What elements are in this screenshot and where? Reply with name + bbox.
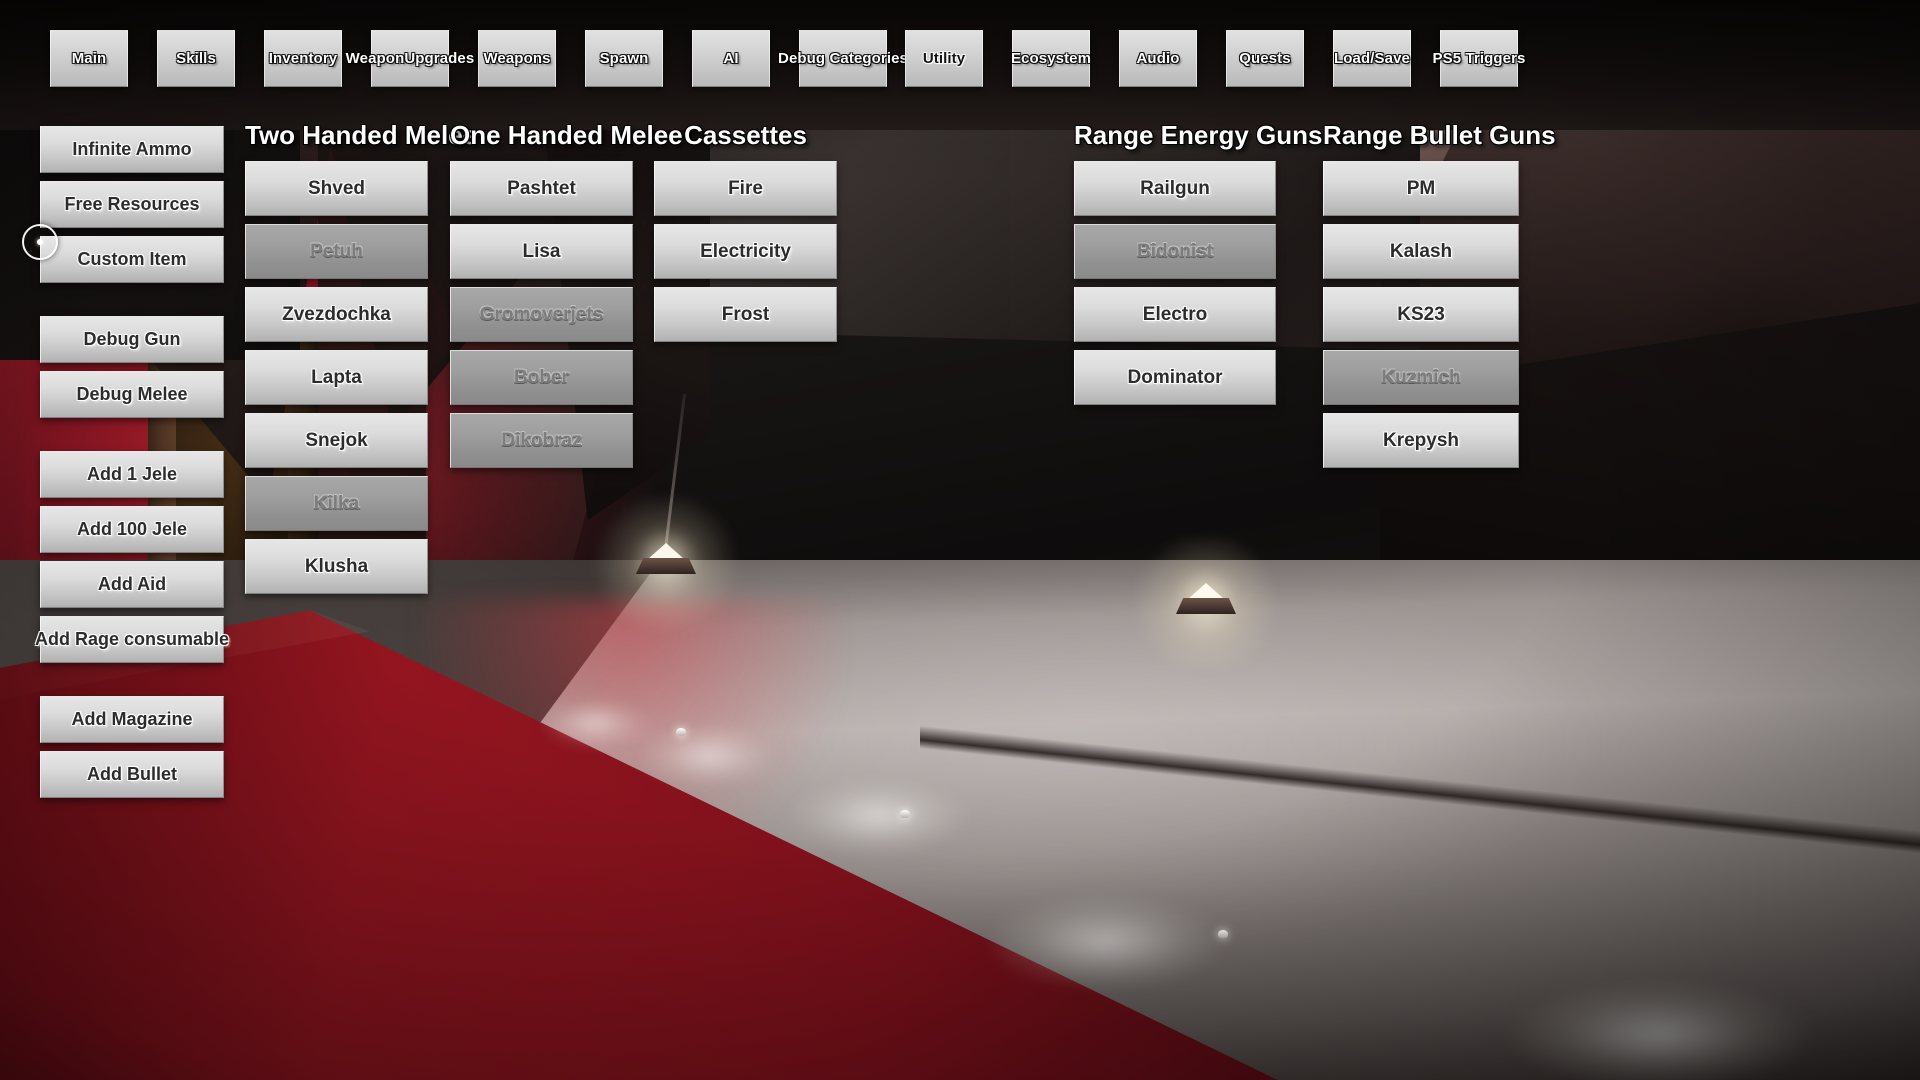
button-bidonist: Bidonist — [1074, 224, 1276, 279]
button-pashtet[interactable]: Pashtet — [450, 161, 633, 216]
button-frost[interactable]: Frost — [654, 287, 837, 342]
button-lisa[interactable]: Lisa — [450, 224, 633, 279]
button-add-bullet[interactable]: Add Bullet — [40, 751, 224, 798]
button-group: Infinite Ammo Free Resources Custom Item — [40, 126, 224, 283]
column-one-handed-melee: One Handed Melee Pashtet Lisa Gromoverjets B… — [450, 120, 683, 476]
button-add-rage-consumable[interactable]: Add Rage consumable — [35, 616, 229, 663]
button-debug-gun[interactable]: Debug Gun — [40, 316, 224, 363]
button-dikobraz: Dikobraz — [450, 413, 633, 468]
column-title-two-handed-melee: Two Handed Melee — [245, 120, 478, 150]
button-kilka: Kilka — [245, 476, 428, 531]
button-snejok[interactable]: Snejok — [245, 413, 428, 468]
column-range-energy-guns: Range Energy Guns Railgun Bidonist Electro D… — [1074, 120, 1323, 413]
button-shved[interactable]: Shved — [245, 161, 428, 216]
button-kalash[interactable]: Kalash — [1323, 224, 1519, 279]
top-navigation-bar: Main Skills Inventory WeaponUpgrades Weapons… — [0, 0, 1920, 92]
column-range-bullet-guns: Range Bullet Guns PM Kalash KS23 Kuzmich Krep… — [1323, 120, 1556, 476]
nav-tab-ai[interactable]: AI — [692, 30, 770, 87]
nav-tab-main[interactable]: Main — [50, 30, 128, 87]
button-debug-melee[interactable]: Debug Melee — [40, 371, 224, 418]
button-group: Shved Petuh Zvezdochka Lapta Snejok Kilka Klus… — [245, 161, 428, 594]
column-title-range-energy-guns: Range Energy Guns — [1074, 120, 1323, 150]
button-dominator[interactable]: Dominator — [1074, 350, 1276, 405]
nav-tab-audio[interactable]: Audio — [1119, 30, 1197, 87]
button-add-100-jele[interactable]: Add 100 Jele — [40, 506, 224, 553]
nav-tab-inventory[interactable]: Inventory — [264, 30, 342, 87]
button-group: Add Magazine Add Bullet — [40, 696, 224, 798]
nav-tab-quests[interactable]: Quests — [1226, 30, 1304, 87]
nav-tab-skills[interactable]: Skills — [157, 30, 235, 87]
nav-tab-weapons[interactable]: Weapons — [478, 30, 556, 87]
nav-tab-utility[interactable]: Utility — [905, 30, 983, 87]
nav-tab-ps5-triggers[interactable]: PS5 Triggers — [1433, 30, 1525, 87]
nav-tab-spawn[interactable]: Spawn — [585, 30, 663, 87]
button-group: Pashtet Lisa Gromoverjets Bober Dikobraz — [450, 161, 633, 468]
nav-tab-load-save[interactable]: Load/Save — [1333, 30, 1411, 87]
button-add-magazine[interactable]: Add Magazine — [40, 696, 224, 743]
button-pm[interactable]: PM — [1323, 161, 1519, 216]
column-title-cassettes: Cassettes — [684, 120, 807, 150]
button-group: Add 1 Jele Add 100 Jele Add Aid Add Rage co… — [35, 451, 229, 663]
button-group: Railgun Bidonist Electro Dominator — [1074, 161, 1276, 405]
button-electro[interactable]: Electro — [1074, 287, 1276, 342]
button-zvezdochka[interactable]: Zvezdochka — [245, 287, 428, 342]
button-free-resources[interactable]: Free Resources — [40, 181, 224, 228]
button-custom-item[interactable]: Custom Item — [40, 236, 224, 283]
button-electricity[interactable]: Electricity — [654, 224, 837, 279]
button-ks23[interactable]: KS23 — [1323, 287, 1519, 342]
button-infinite-ammo[interactable]: Infinite Ammo — [40, 126, 224, 173]
button-gromoverjets: Gromoverjets — [450, 287, 633, 342]
debug-menu-overlay: Main Skills Inventory WeaponUpgrades Weapons… — [0, 0, 1920, 1080]
button-fire[interactable]: Fire — [654, 161, 837, 216]
button-krepysh[interactable]: Krepysh — [1323, 413, 1519, 468]
nav-tab-ecosystem[interactable]: Ecosystem — [1011, 30, 1091, 87]
column-cassettes: Cassettes Fire Electricity Frost — [654, 120, 837, 350]
column-two-handed-melee: Two Handed Melee Shved Petuh Zvezdochka Lapt… — [245, 120, 478, 602]
nav-tab-debug-categories[interactable]: Debug Categories — [778, 30, 908, 87]
button-group: Fire Electricity Frost — [654, 161, 837, 342]
button-kuzmich: Kuzmich — [1323, 350, 1519, 405]
column-title-range-bullet-guns: Range Bullet Guns — [1323, 120, 1556, 150]
column-title-one-handed-melee: One Handed Melee — [450, 120, 683, 150]
button-group: PM Kalash KS23 Kuzmich Krepysh — [1323, 161, 1519, 468]
button-lapta[interactable]: Lapta — [245, 350, 428, 405]
button-bober: Bober — [450, 350, 633, 405]
button-klusha[interactable]: Klusha — [245, 539, 428, 594]
button-petuh: Petuh — [245, 224, 428, 279]
button-railgun[interactable]: Railgun — [1074, 161, 1276, 216]
button-add-1-jele[interactable]: Add 1 Jele — [40, 451, 224, 498]
column-utility-actions: Infinite Ammo Free Resources Custom Item De… — [35, 126, 229, 806]
nav-tab-weaponupgrades[interactable]: WeaponUpgrades — [346, 30, 474, 87]
button-group: Debug Gun Debug Melee — [40, 316, 224, 418]
button-add-aid[interactable]: Add Aid — [40, 561, 224, 608]
